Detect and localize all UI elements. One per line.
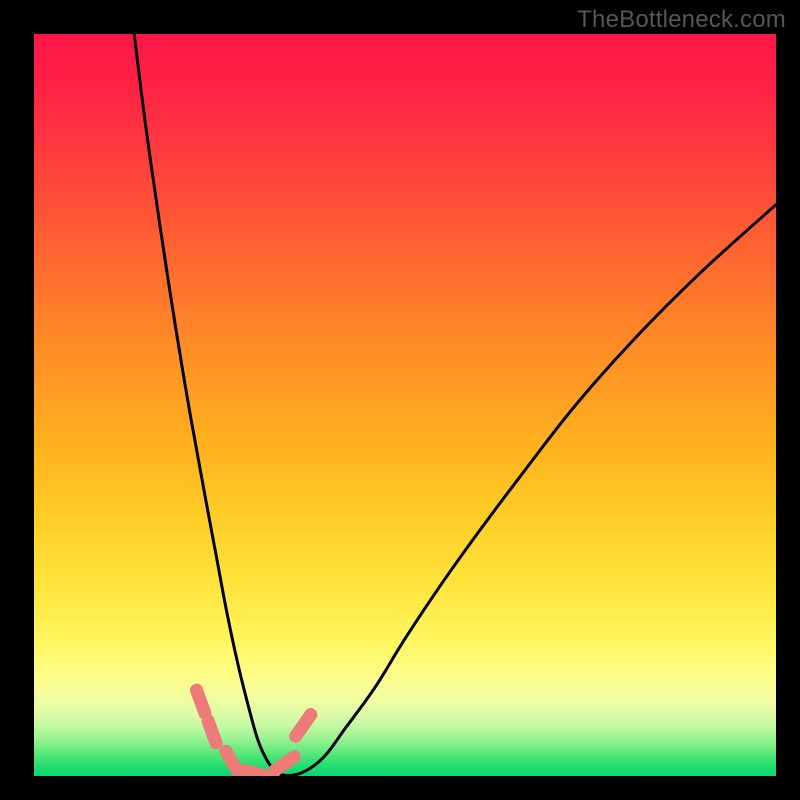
- chart-frame: TheBottleneck.com: [0, 0, 800, 800]
- bottleneck-curve: [34, 34, 776, 776]
- plot-area: [34, 34, 776, 776]
- watermark-text: TheBottleneck.com: [577, 6, 786, 34]
